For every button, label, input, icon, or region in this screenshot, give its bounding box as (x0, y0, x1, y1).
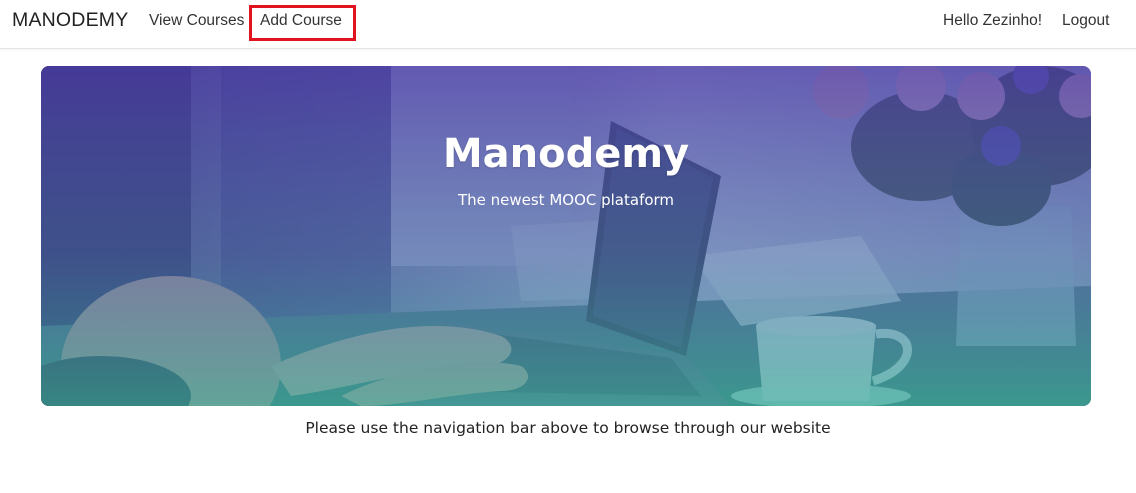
nav-add-course[interactable]: Add Course (249, 5, 356, 41)
top-navbar: MANODEMY View Courses Add Course Hello Z… (0, 0, 1136, 49)
nav-view-courses[interactable]: View Courses (149, 12, 244, 30)
hero-subtitle: The newest MOOC plataform (457, 191, 675, 209)
navigation-instruction-text: Please use the navigation bar above to b… (305, 419, 831, 437)
user-greeting: Hello Zezinho! (943, 12, 1043, 29)
hero-banner: Manodemy The newest MOOC plataform (41, 66, 1091, 406)
logout-link[interactable]: Logout (1062, 12, 1109, 30)
hero-background-image (41, 66, 1091, 406)
hero-title: Manodemy (442, 131, 690, 177)
brand-logo[interactable]: MANODEMY (12, 9, 128, 32)
